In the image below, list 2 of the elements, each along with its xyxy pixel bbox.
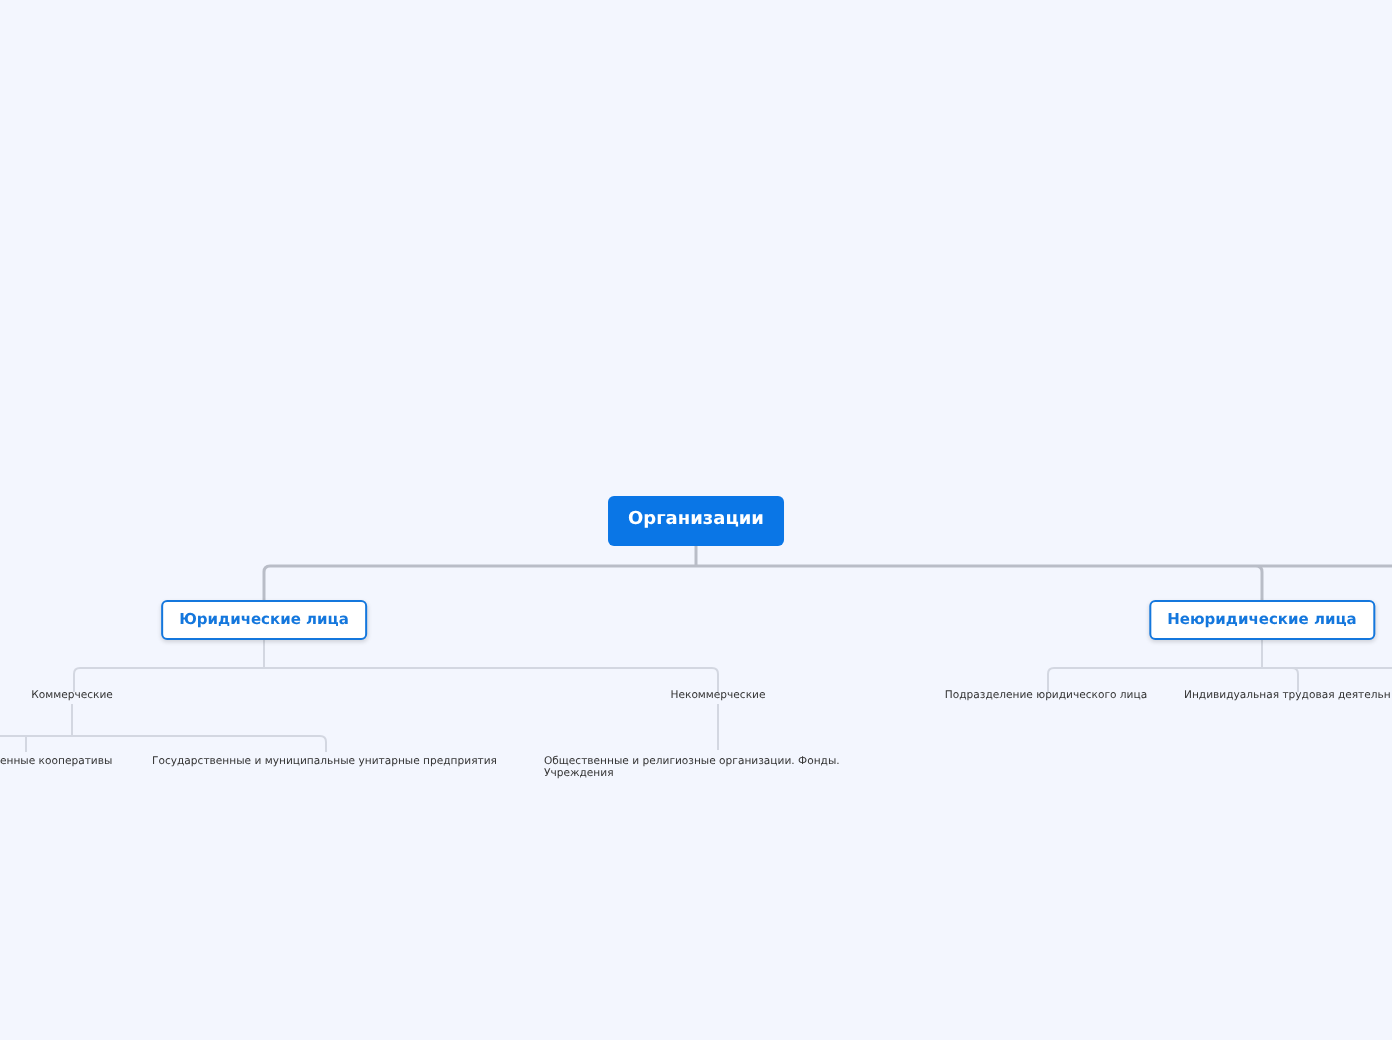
central-topic[interactable]: Организации bbox=[608, 496, 784, 546]
connector-line bbox=[717, 703, 719, 751]
